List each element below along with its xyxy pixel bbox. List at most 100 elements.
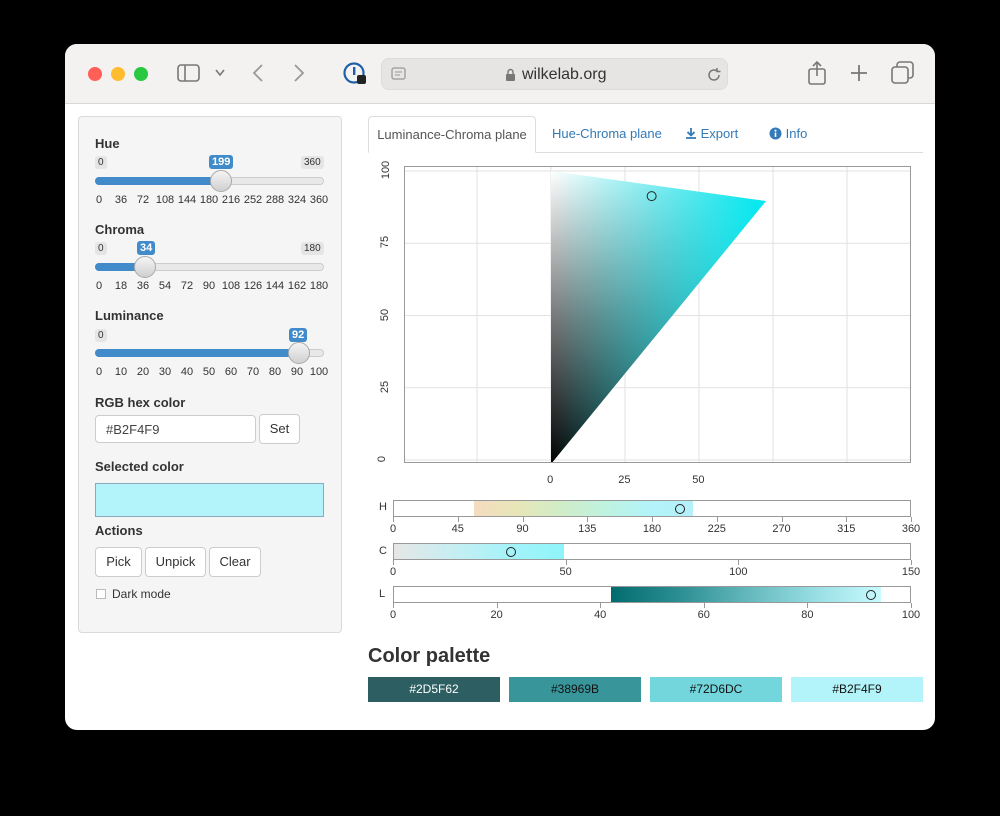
sidebar-toggle-icon[interactable]: [177, 64, 201, 82]
luminance-tick-label: 60: [224, 366, 238, 378]
tab-export[interactable]: Export: [685, 116, 738, 153]
plot-canvas: [405, 167, 910, 462]
chroma-slider-thumb[interactable]: [134, 256, 156, 278]
luminance-strip-tick-mark: [807, 603, 809, 608]
hue-strip-tick-mark: [652, 517, 653, 522]
set-button[interactable]: Set: [259, 414, 300, 444]
minimize-window-button[interactable]: [111, 67, 125, 81]
hue-tick-label: 360: [309, 194, 329, 206]
chroma-strip-tick-label: 150: [901, 566, 921, 578]
gamut-chroma-overlay: [551, 171, 766, 462]
luminance-strip-tick-mark: [600, 603, 602, 608]
reload-icon[interactable]: [706, 67, 722, 83]
clear-button[interactable]: Clear: [209, 547, 261, 577]
tab-luminance-chroma[interactable]: Luminance-Chroma plane: [368, 116, 536, 153]
hue-slider-fill: [95, 177, 221, 185]
hue-strip-tick-mark: [911, 517, 912, 522]
hue-strip[interactable]: [393, 500, 911, 517]
l-strip-label: L: [379, 588, 386, 600]
luminance-value-badge: 92: [289, 328, 308, 342]
hue-tick-label: 216: [221, 194, 241, 206]
hex-input[interactable]: #B2F4F9: [95, 415, 256, 443]
title-bar: wilkelab.org: [65, 44, 935, 104]
hue-strip-tick-label: 90: [516, 523, 529, 535]
chroma-tick-label: 162: [287, 280, 307, 292]
pick-button[interactable]: Pick: [95, 547, 142, 577]
luminance-strip-marker[interactable]: [865, 590, 876, 600]
chroma-strip-tick-mark: [911, 560, 912, 565]
chroma-tick-label: 72: [180, 280, 194, 292]
y-tick-label: 0: [376, 455, 389, 463]
palette-swatch-1[interactable]: #2D5F62: [368, 677, 500, 702]
new-tab-icon[interactable]: [850, 64, 868, 82]
chroma-strip-gradient: [394, 544, 564, 559]
luminance-strip-gradient: [611, 587, 881, 602]
chroma-max: 180: [301, 242, 324, 255]
luminance-tick-label: 40: [180, 366, 194, 378]
luminance-strip-tick-label: 60: [697, 609, 710, 621]
palette-swatch-3[interactable]: #72D6DC: [650, 677, 782, 702]
luminance-strip-tick-label: 80: [801, 609, 814, 621]
hue-tick-label: 180: [199, 194, 219, 206]
dark-mode-label: Dark mode: [112, 587, 171, 601]
luminance-strip-tick-label: 40: [594, 609, 607, 621]
unpick-button[interactable]: Unpick: [145, 547, 206, 577]
luminance-tick-label: 70: [246, 366, 260, 378]
luminance-chroma-plot[interactable]: [404, 166, 911, 463]
luminance-tick-label: 30: [158, 366, 172, 378]
hex-label: RGB hex color: [95, 395, 186, 410]
luminance-strip-tick-mark: [703, 603, 705, 608]
dark-mode-checkbox[interactable]: [96, 589, 106, 599]
chevron-down-icon[interactable]: [214, 68, 226, 78]
palette-swatch-2[interactable]: #38969B: [509, 677, 641, 702]
chroma-min: 0: [95, 242, 107, 255]
luminance-strip-tick-label: 20: [490, 609, 503, 621]
address-bar[interactable]: wilkelab.org: [381, 58, 728, 90]
hue-strip-tick-mark: [846, 517, 848, 522]
tab-hue-chroma[interactable]: Hue-Chroma plane: [552, 116, 662, 153]
hue-tick-label: 108: [155, 194, 175, 206]
chroma-strip-tick-label: 0: [389, 566, 397, 578]
luminance-tick-label: 10: [114, 366, 128, 378]
chroma-strip-tick-label: 50: [559, 566, 572, 578]
share-icon[interactable]: [807, 60, 827, 86]
luminance-strip[interactable]: [393, 586, 911, 603]
lock-icon: [506, 68, 515, 81]
chroma-strip[interactable]: [393, 543, 911, 560]
x-tick-label: 25: [618, 474, 631, 486]
forward-icon[interactable]: [292, 63, 306, 83]
zoom-window-button[interactable]: [134, 67, 148, 81]
hue-tick-label: 288: [265, 194, 285, 206]
info-label: Info: [785, 126, 808, 141]
c-strip-label: C: [379, 545, 387, 557]
hue-strip-tick-label: 45: [451, 523, 464, 535]
hue-strip-tick-mark: [716, 517, 718, 522]
luminance-strip-tick-mark: [911, 603, 912, 608]
selected-color-label: Selected color: [95, 459, 184, 474]
hue-strip-tick-mark: [457, 517, 459, 522]
tab-overview-icon[interactable]: [891, 61, 915, 85]
chroma-tick-label: 108: [221, 280, 241, 292]
chroma-tick-label: 180: [309, 280, 329, 292]
chroma-strip-tick-label: 100: [729, 566, 748, 578]
luminance-min: 0: [95, 329, 107, 342]
chroma-strip-tick-mark: [738, 560, 740, 565]
close-window-button[interactable]: [88, 67, 102, 81]
back-icon[interactable]: [251, 63, 265, 83]
chroma-tick-label: 126: [243, 280, 263, 292]
hue-strip-tick-label: 315: [837, 523, 856, 535]
hue-strip-tick-mark: [393, 517, 394, 522]
hue-tick-label: 324: [287, 194, 307, 206]
palette-swatch-4[interactable]: #B2F4F9: [791, 677, 923, 702]
password-manager-icon[interactable]: [343, 62, 367, 86]
page-icon: [391, 67, 406, 80]
hue-strip-tick-mark: [781, 517, 783, 522]
hue-slider-thumb[interactable]: [210, 170, 232, 192]
chroma-tick-label: 90: [202, 280, 216, 292]
chroma-tick-label: 18: [114, 280, 128, 292]
hue-min: 0: [95, 156, 107, 169]
tab-info[interactable]: Info: [769, 116, 807, 153]
luminance-slider-thumb[interactable]: [288, 342, 310, 364]
luminance-label: Luminance: [95, 308, 164, 323]
chroma-tick-label: 0: [95, 280, 103, 292]
